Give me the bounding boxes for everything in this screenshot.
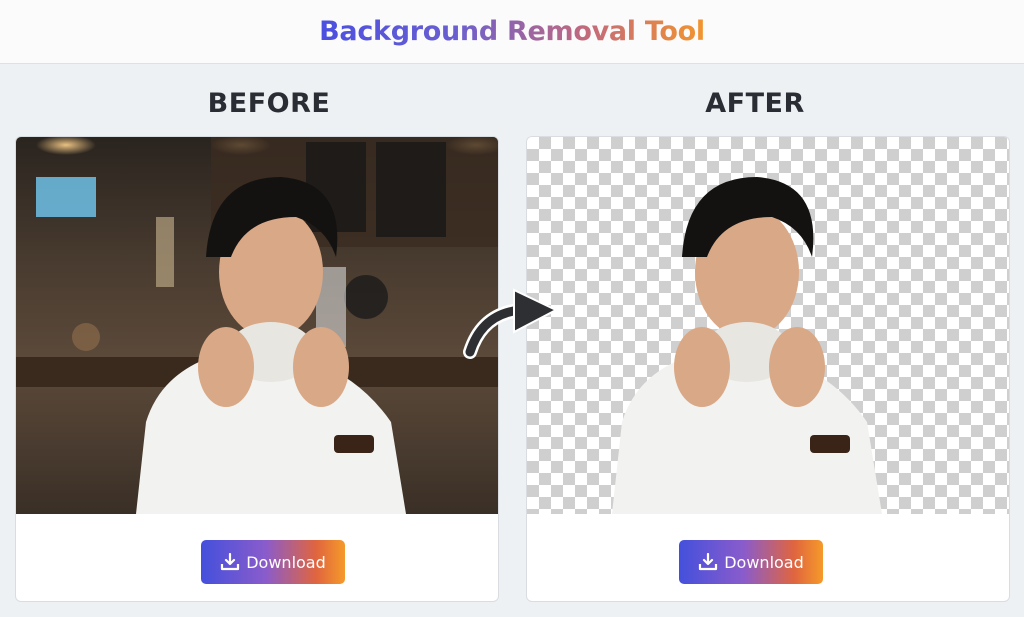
after-heading: AFTER bbox=[705, 88, 805, 119]
download-icon bbox=[699, 553, 718, 571]
before-download-button[interactable]: Download bbox=[201, 540, 345, 584]
before-heading: BEFORE bbox=[207, 88, 331, 119]
before-image bbox=[16, 137, 498, 514]
download-icon bbox=[221, 553, 240, 571]
after-download-label: Download bbox=[724, 552, 804, 572]
before-download-label: Download bbox=[246, 552, 326, 572]
app-title: Background Removal Tool bbox=[319, 16, 705, 47]
after-card: Download bbox=[526, 136, 1010, 602]
person-cutout bbox=[612, 177, 882, 514]
before-photo bbox=[16, 137, 498, 514]
after-photo bbox=[612, 177, 882, 514]
after-image bbox=[527, 137, 1009, 514]
before-card: Download bbox=[15, 136, 499, 602]
app-header: Background Removal Tool bbox=[0, 0, 1024, 64]
curved-arrow-icon bbox=[463, 288, 559, 359]
after-download-button[interactable]: Download bbox=[679, 540, 823, 584]
